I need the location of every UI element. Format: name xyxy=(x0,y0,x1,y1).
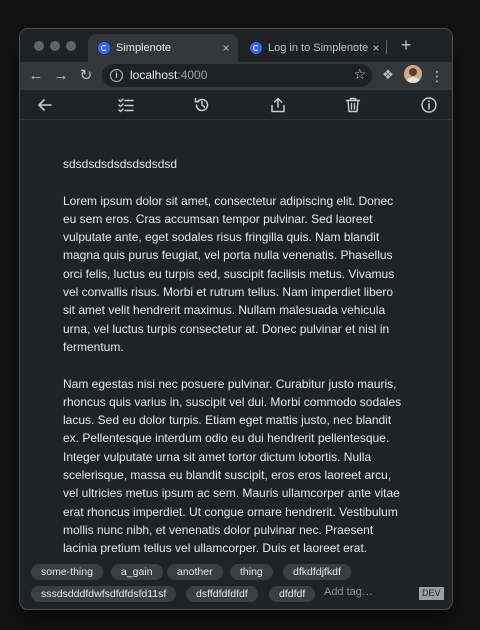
note-paragraph[interactable]: Nam egestas nisi nec posuere pulvinar. C… xyxy=(63,375,408,561)
tab-title: Simplenote xyxy=(116,42,172,54)
checklist-icon[interactable] xyxy=(117,96,135,114)
tag-chip[interactable]: thing xyxy=(230,564,273,580)
tag-chip[interactable]: dsffdfdfdfdf xyxy=(186,586,258,602)
back-icon[interactable]: ← xyxy=(26,66,46,86)
tab-strip: Simplenote × Log in to Simplenote × + xyxy=(20,29,452,62)
tab-close-icon[interactable]: × xyxy=(368,41,384,55)
menu-kebab-icon[interactable]: ⋮ xyxy=(430,66,444,86)
window-close-dot[interactable] xyxy=(34,41,44,51)
history-icon[interactable] xyxy=(193,96,211,114)
tag-chip[interactable]: a_gain xyxy=(111,564,163,580)
tag-chip[interactable]: another xyxy=(167,564,223,580)
simplenote-favicon-icon xyxy=(98,42,110,54)
url-host: localhost xyxy=(130,68,178,82)
browser-window: Simplenote × Log in to Simplenote × + ← … xyxy=(19,28,453,610)
tag-chip[interactable]: some-thing xyxy=(31,564,103,580)
extensions-icon[interactable]: ❖ xyxy=(380,67,396,83)
url-port: :4000 xyxy=(177,68,208,82)
browser-toolbar: ← → ↻ i localhost:4000 ☆ ❖ ⋮ xyxy=(20,62,452,90)
trash-icon[interactable] xyxy=(344,96,362,114)
forward-icon[interactable]: → xyxy=(51,66,71,86)
add-tag-input[interactable]: Add tag… xyxy=(324,586,373,598)
tab-title: Log in to Simplenote xyxy=(268,42,368,54)
tab-separator xyxy=(386,40,387,54)
tab-close-icon[interactable]: × xyxy=(218,41,234,55)
tab-simplenote[interactable]: Simplenote × xyxy=(88,34,238,62)
address-bar[interactable]: i localhost:4000 ☆ xyxy=(102,64,372,87)
tag-chip[interactable]: dfkdfdjfkdf xyxy=(283,564,351,580)
site-info-icon[interactable]: i xyxy=(110,69,123,82)
note-editor[interactable]: sdsdsdsdsdsdsdsdsd Lorem ipsum dolor sit… xyxy=(20,120,452,561)
dev-badge: DEV xyxy=(419,587,444,600)
share-icon[interactable] xyxy=(269,96,287,114)
new-tab-icon[interactable]: + xyxy=(396,35,416,55)
simplenote-favicon-icon xyxy=(250,42,262,54)
profile-avatar[interactable] xyxy=(404,65,422,83)
window-minimize-dot[interactable] xyxy=(50,41,60,51)
note-paragraph[interactable]: Lorem ipsum dolor sit amet, consectetur … xyxy=(63,192,408,357)
info-icon[interactable] xyxy=(420,96,438,114)
url-text: localhost:4000 xyxy=(130,68,207,82)
window-zoom-dot[interactable] xyxy=(66,41,76,51)
bookmark-star-icon[interactable]: ☆ xyxy=(353,66,366,83)
back-arrow-icon[interactable] xyxy=(36,96,54,114)
note-toolbar xyxy=(20,90,452,120)
reload-icon[interactable]: ↻ xyxy=(76,66,96,86)
note-title[interactable]: sdsdsdsdsdsdsdsdsd xyxy=(63,155,408,173)
tag-chip[interactable]: sssdsdddfdwfsdfdfdsfd11sf xyxy=(31,586,177,602)
note-body[interactable]: sdsdsdsdsdsdsdsdsd Lorem ipsum dolor sit… xyxy=(63,155,408,561)
tab-login[interactable]: Log in to Simplenote × xyxy=(240,34,388,62)
tag-chip[interactable]: dfdfdf xyxy=(269,586,316,602)
